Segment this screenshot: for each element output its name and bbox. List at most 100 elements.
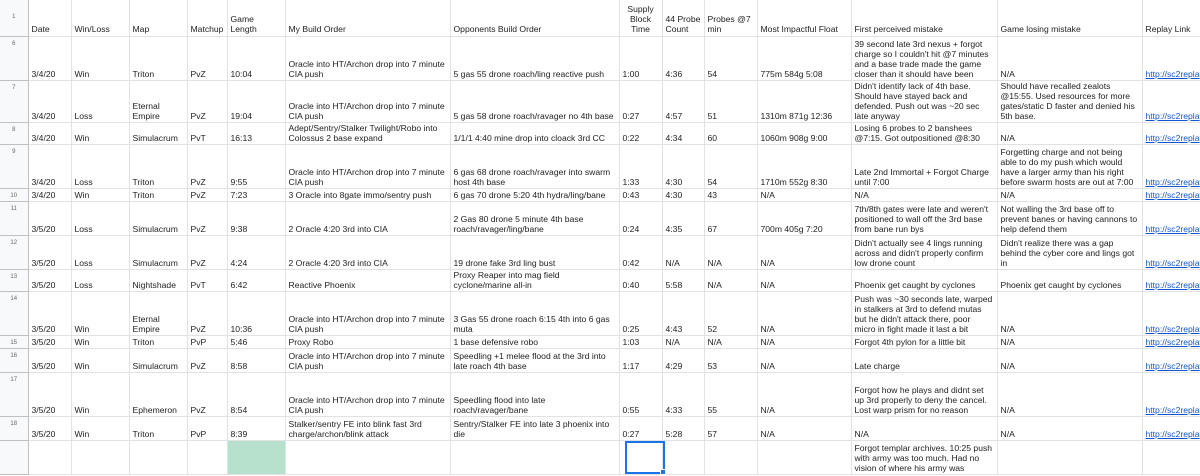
cell-map[interactable]: Eternal Empire xyxy=(129,291,188,336)
cell-most-impactful-float[interactable]: N/A xyxy=(757,348,852,373)
cell-map[interactable]: Eternal Empire xyxy=(129,80,188,123)
cell-win-loss[interactable]: Win xyxy=(71,291,130,336)
cell-most-impactful-float[interactable]: 775m 584g 5:08 xyxy=(757,36,852,81)
cell-map[interactable]: Simulacrum xyxy=(129,235,188,270)
cell-date[interactable]: 3/5/20 xyxy=(28,416,72,441)
header-44-probe-count[interactable]: 44 Probe Count xyxy=(662,0,705,37)
cell-supply-block-time[interactable]: 0:43 xyxy=(619,188,663,202)
cell-opponents-build-order[interactable]: Speedling +1 melee flood at the 3rd into… xyxy=(450,348,620,373)
cell-matchup[interactable]: PvZ xyxy=(187,291,228,336)
cell-opponents-build-order[interactable]: 2 Gas 80 drone 5 minute 4th base roach/r… xyxy=(450,201,620,236)
cell-first-perceived-mistake[interactable]: Forgot templar archives. 10:25 push with… xyxy=(851,440,998,475)
replay-link[interactable]: http://sc2replays xyxy=(1142,122,1200,145)
header-date[interactable]: Date xyxy=(28,0,72,37)
header-opponents-build-order[interactable]: Opponents Build Order xyxy=(450,0,620,37)
cell-opponents-build-order[interactable]: Speedling flood into late roach/ravager/… xyxy=(450,372,620,417)
replay-link[interactable]: http://sc2replays xyxy=(1142,372,1200,417)
replay-link[interactable]: http://sc2replays xyxy=(1142,201,1200,236)
cell-map[interactable]: Triton xyxy=(129,144,188,189)
cell-most-impactful-float[interactable]: N/A xyxy=(757,372,852,417)
cell-most-impactful-float[interactable]: 700m 405g 7:20 xyxy=(757,201,852,236)
cell-most-impactful-float[interactable]: N/A xyxy=(757,235,852,270)
cell-win-loss[interactable]: Loss xyxy=(71,80,130,123)
cell-44-probe-count[interactable]: 4:30 xyxy=(662,144,705,189)
cell-opponents-build-order[interactable]: Sentry/Stalker FE into late 3 phoenix in… xyxy=(450,416,620,441)
cell-probes-7-min[interactable]: 54 xyxy=(704,144,758,189)
cell-my-build-order[interactable]: Oracle into HT/Archon drop into 7 minute… xyxy=(285,372,451,417)
cell-probes-7-min[interactable]: 55 xyxy=(704,372,758,417)
cell-my-build-order[interactable]: 3 Oracle into 8gate immo/sentry push xyxy=(285,188,451,202)
cell-game-losing-mistake[interactable]: N/A xyxy=(997,335,1143,349)
cell-probes-7-min[interactable]: 60 xyxy=(704,122,758,145)
cell-game-losing-mistake[interactable]: N/A xyxy=(997,348,1143,373)
cell-map[interactable]: Triton xyxy=(129,416,188,441)
cell-win-loss[interactable]: Loss xyxy=(71,201,130,236)
header-first-perceived-mistake[interactable]: First perceived mistake xyxy=(851,0,998,37)
cell-game-losing-mistake[interactable]: Should have recalled zealots @15:55. Use… xyxy=(997,80,1143,123)
header-game-length[interactable]: Game Length xyxy=(227,0,286,37)
cell-44-probe-count[interactable]: 4:35 xyxy=(662,201,705,236)
cell-game-length[interactable]: 6:42 xyxy=(227,269,286,292)
row-number[interactable]: 1 xyxy=(0,0,29,37)
cell-map[interactable]: Nightshade xyxy=(129,269,188,292)
cell-my-build-order[interactable]: Proxy Robo xyxy=(285,335,451,349)
cell-44-probe-count[interactable]: 4:57 xyxy=(662,80,705,123)
row-number[interactable]: 15 xyxy=(0,335,29,349)
cell-opponents-build-order[interactable]: 19 drone fake 3rd ling bust xyxy=(450,235,620,270)
cell-opponents-build-order[interactable] xyxy=(450,440,620,475)
cell-opponents-build-order[interactable]: 1 base defensive robo xyxy=(450,335,620,349)
header-matchup[interactable]: Matchup xyxy=(187,0,228,37)
header-game-losing-mistake[interactable]: Game losing mistake xyxy=(997,0,1143,37)
cell-probes-7-min[interactable]: N/A xyxy=(704,269,758,292)
cell-44-probe-count[interactable]: 4:43 xyxy=(662,291,705,336)
cell-most-impactful-float[interactable]: N/A xyxy=(757,416,852,441)
replay-link[interactable] xyxy=(1142,440,1200,475)
cell-44-probe-count[interactable]: 4:29 xyxy=(662,348,705,373)
cell-44-probe-count[interactable]: 4:34 xyxy=(662,122,705,145)
cell-most-impactful-float[interactable]: N/A xyxy=(757,188,852,202)
replay-link[interactable]: http://sc2replays xyxy=(1142,335,1200,349)
cell-first-perceived-mistake[interactable]: Didn't actually see 4 lings running acro… xyxy=(851,235,998,270)
replay-link[interactable]: http://sc2replays xyxy=(1142,416,1200,441)
cell-probes-7-min[interactable]: 67 xyxy=(704,201,758,236)
cell-probes-7-min[interactable]: N/A xyxy=(704,235,758,270)
cell-game-losing-mistake[interactable]: Not walling the 3rd base off to prevent … xyxy=(997,201,1143,236)
cell-first-perceived-mistake[interactable]: Late charge xyxy=(851,348,998,373)
cell-date[interactable]: 3/4/20 xyxy=(28,122,72,145)
cell-supply-block-time[interactable]: 0:40 xyxy=(619,269,663,292)
cell-matchup[interactable]: PvZ xyxy=(187,144,228,189)
cell-game-losing-mistake[interactable]: N/A xyxy=(997,188,1143,202)
cell-game-losing-mistake[interactable]: N/A xyxy=(997,291,1143,336)
row-number[interactable]: 11 xyxy=(0,201,29,236)
cell-matchup[interactable]: PvT xyxy=(187,122,228,145)
cell-first-perceived-mistake[interactable]: Didn't identify lack of 4th base. Should… xyxy=(851,80,998,123)
row-number[interactable]: 10 xyxy=(0,188,29,202)
cell-my-build-order[interactable]: Oracle into HT/Archon drop into 7 minute… xyxy=(285,144,451,189)
cell-opponents-build-order[interactable]: 1/1/1 4:40 mine drop into cloack 3rd CC xyxy=(450,122,620,145)
cell-game-length[interactable]: 8:58 xyxy=(227,348,286,373)
cell-my-build-order[interactable]: 2 Oracle 4:20 3rd into CIA xyxy=(285,235,451,270)
replay-link[interactable]: http://sc2replays xyxy=(1142,144,1200,189)
cell-win-loss[interactable]: Win xyxy=(71,335,130,349)
cell-map[interactable]: Triton xyxy=(129,36,188,81)
cell-most-impactful-float[interactable]: 1060m 908g 9:00 xyxy=(757,122,852,145)
cell-probes-7-min[interactable]: 53 xyxy=(704,348,758,373)
cell-win-loss[interactable]: Loss xyxy=(71,269,130,292)
cell-first-perceived-mistake[interactable]: Phoenix get caught by cyclones xyxy=(851,269,998,292)
row-number[interactable] xyxy=(0,440,29,475)
replay-link[interactable]: http://sc2replays xyxy=(1142,36,1200,81)
cell-first-perceived-mistake[interactable]: Forgot how he plays and didnt set up 3rd… xyxy=(851,372,998,417)
cell-win-loss[interactable]: Win xyxy=(71,188,130,202)
cell-44-probe-count[interactable] xyxy=(662,440,705,475)
cell-date[interactable]: 3/4/20 xyxy=(28,144,72,189)
cell-first-perceived-mistake[interactable]: 7th/8th gates were late and weren't posi… xyxy=(851,201,998,236)
cell-matchup[interactable]: PvZ xyxy=(187,372,228,417)
cell-date[interactable] xyxy=(28,440,72,475)
replay-link[interactable]: http://sc2replays xyxy=(1142,269,1200,292)
cell-supply-block-time[interactable]: 0:55 xyxy=(619,372,663,417)
cell-probes-7-min[interactable]: N/A xyxy=(704,335,758,349)
row-number[interactable]: 7 xyxy=(0,80,29,123)
cell-date[interactable]: 3/5/20 xyxy=(28,269,72,292)
row-number[interactable]: 9 xyxy=(0,144,29,189)
header-win-loss[interactable]: Win/Loss xyxy=(71,0,130,37)
